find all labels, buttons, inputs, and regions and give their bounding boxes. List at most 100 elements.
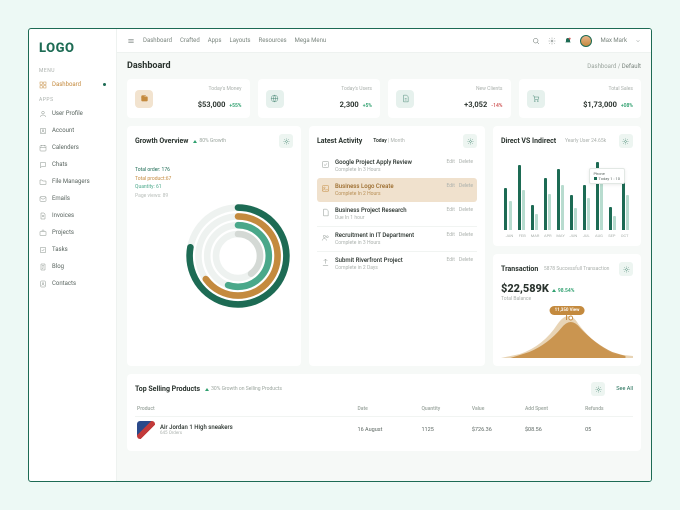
globe-icon	[270, 94, 279, 103]
activity-tabs: Today | Month	[373, 138, 405, 144]
grid-icon	[39, 81, 47, 89]
avatar[interactable]	[580, 35, 592, 47]
sidebar-header-apps: APPS	[29, 93, 116, 105]
gear-button[interactable]	[463, 134, 477, 148]
activity-item[interactable]: Recruitment in IT DepartmentComplete in …	[317, 226, 477, 251]
nav-crafted[interactable]: Crafted	[180, 37, 200, 44]
chart-tooltip: PhoneToday 1 : 10	[589, 168, 625, 184]
activity-card: Latest Activity Today | Month Google Proj…	[309, 126, 485, 366]
dvi-title: Direct VS Indirect	[501, 137, 556, 145]
calendar-icon	[39, 144, 47, 152]
user-icon	[39, 110, 47, 118]
settings-icon[interactable]	[548, 37, 556, 45]
nav-apps[interactable]: Apps	[208, 37, 222, 44]
sidebar-item-files[interactable]: File Managers	[29, 173, 116, 190]
top-nav: Dashboard Crafted Apps Layouts Resources…	[143, 37, 326, 44]
growth-card: Growth Overview80% Growth Total order: 1…	[127, 126, 301, 366]
dvi-card: Direct VS IndirectYearly User 24.65k Pho…	[493, 126, 641, 246]
account-icon	[39, 127, 47, 135]
product-image	[137, 421, 155, 439]
menu-icon[interactable]	[127, 37, 135, 45]
growth-badge: 80% Growth	[193, 138, 226, 144]
doc-icon	[321, 208, 330, 217]
sidebar-item-dashboard[interactable]: Dashboard	[29, 76, 116, 93]
file-icon	[401, 94, 410, 103]
page-body: Dashboard Dashboard / Default Today's Mo…	[117, 53, 651, 459]
search-icon[interactable]	[532, 37, 540, 45]
tsp-title: Top Selling Products	[135, 385, 200, 393]
sidebar-item-chats[interactable]: Chats	[29, 156, 116, 173]
app-frame: LOGO MENU Dashboard APPS User Profile Ac…	[28, 28, 652, 482]
growth-title: Growth Overview	[135, 137, 188, 145]
chart-pill: 11,350 View	[550, 306, 585, 315]
activity-item[interactable]: Business Logo CreateComplete In 2 HoursE…	[317, 178, 477, 202]
sidebar-item-tasks[interactable]: Tasks	[29, 241, 116, 258]
user-name[interactable]: Max Mark	[600, 37, 627, 44]
trans-balance-label: Total Balance	[501, 296, 633, 302]
activity-item[interactable]: Submit Riverfront ProjectComplete in 2 D…	[317, 251, 477, 276]
gear-icon	[283, 138, 290, 145]
users-icon	[321, 233, 330, 242]
breadcrumb: Dashboard / Default	[587, 63, 641, 70]
activity-item[interactable]: Business Project ResearchDue In 1 hourEd…	[317, 202, 477, 226]
contacts-icon	[39, 280, 47, 288]
stat-users[interactable]: Today's Users2,300 +5%	[258, 79, 381, 118]
right-column: Direct VS IndirectYearly User 24.65k Pho…	[493, 126, 641, 366]
sidebar: LOGO MENU Dashboard APPS User Profile Ac…	[29, 29, 117, 481]
sidebar-item-emails[interactable]: Emails	[29, 190, 116, 207]
gear-icon	[622, 138, 629, 145]
stat-clients[interactable]: New Clients+3,052 -14%	[388, 79, 511, 118]
sidebar-header-menu: MENU	[29, 64, 116, 76]
activity-item[interactable]: Google Project Apply ReviewComplete In 3…	[317, 154, 477, 178]
sidebar-item-projects[interactable]: Projects	[29, 224, 116, 241]
sidebar-item-account[interactable]: Account	[29, 122, 116, 139]
image-icon	[321, 184, 330, 193]
sidebar-item-contacts[interactable]: Contacts	[29, 275, 116, 292]
gear-icon	[467, 138, 474, 145]
brand-logo[interactable]: LOGO	[29, 37, 116, 64]
chat-icon	[39, 161, 47, 169]
sidebar-item-calendars[interactable]: Calenders	[29, 139, 116, 156]
tasks-icon	[39, 246, 47, 254]
gear-button[interactable]	[619, 134, 633, 148]
nav-resources[interactable]: Resources	[259, 37, 287, 44]
bar-chart: PhoneToday 1 : 10	[501, 154, 633, 230]
active-dot	[103, 83, 106, 86]
gear-button[interactable]	[591, 382, 605, 396]
see-all-link[interactable]: See All	[616, 386, 633, 392]
cart-icon	[531, 94, 540, 103]
page-title: Dashboard	[127, 61, 171, 71]
activity-list: Google Project Apply ReviewComplete In 3…	[317, 154, 477, 276]
sidebar-item-invoices[interactable]: Invoices	[29, 207, 116, 224]
transaction-card: Transaction5878 Successfull Transaction …	[493, 254, 641, 366]
stats-row: Today's Money$53,000 +55% Today's Users2…	[127, 79, 641, 118]
activity-title: Latest Activity	[317, 137, 362, 145]
gear-icon	[623, 266, 630, 273]
upload-icon	[321, 258, 330, 267]
topbar: Dashboard Crafted Apps Layouts Resources…	[117, 29, 651, 53]
area-chart: 11,350 View	[501, 306, 633, 358]
trans-value: $22,589K98.54%	[501, 282, 633, 295]
sidebar-item-profile[interactable]: User Profile	[29, 105, 116, 122]
wallet-icon	[140, 94, 149, 103]
chevron-down-icon[interactable]	[635, 38, 641, 44]
bell-icon[interactable]	[564, 37, 572, 45]
nav-dashboard[interactable]: Dashboard	[143, 37, 172, 44]
stat-money[interactable]: Today's Money$53,000 +55%	[127, 79, 250, 118]
main-area: Dashboard Crafted Apps Layouts Resources…	[117, 29, 651, 481]
stat-sales[interactable]: Total Sales$1,73,000 +08%	[519, 79, 642, 118]
briefcase-icon	[39, 229, 47, 237]
gear-button[interactable]	[279, 134, 293, 148]
nav-mega[interactable]: Mega Menu	[295, 37, 327, 44]
nav-layouts[interactable]: Layouts	[229, 37, 250, 44]
blog-icon	[39, 263, 47, 271]
table-row[interactable]: Air Jordan 1 High sneakers645 Orders 16 …	[135, 417, 633, 444]
sidebar-item-blog[interactable]: Blog	[29, 258, 116, 275]
tsp-badge: 30% Growth on Selling Products	[205, 386, 282, 392]
title-bar: Dashboard Dashboard / Default	[127, 61, 641, 71]
gear-button[interactable]	[619, 262, 633, 276]
gear-icon	[595, 386, 602, 393]
trans-sub: 5878 Successfull Transaction	[544, 266, 610, 272]
folder-icon	[39, 178, 47, 186]
trans-title: Transaction	[501, 265, 538, 273]
